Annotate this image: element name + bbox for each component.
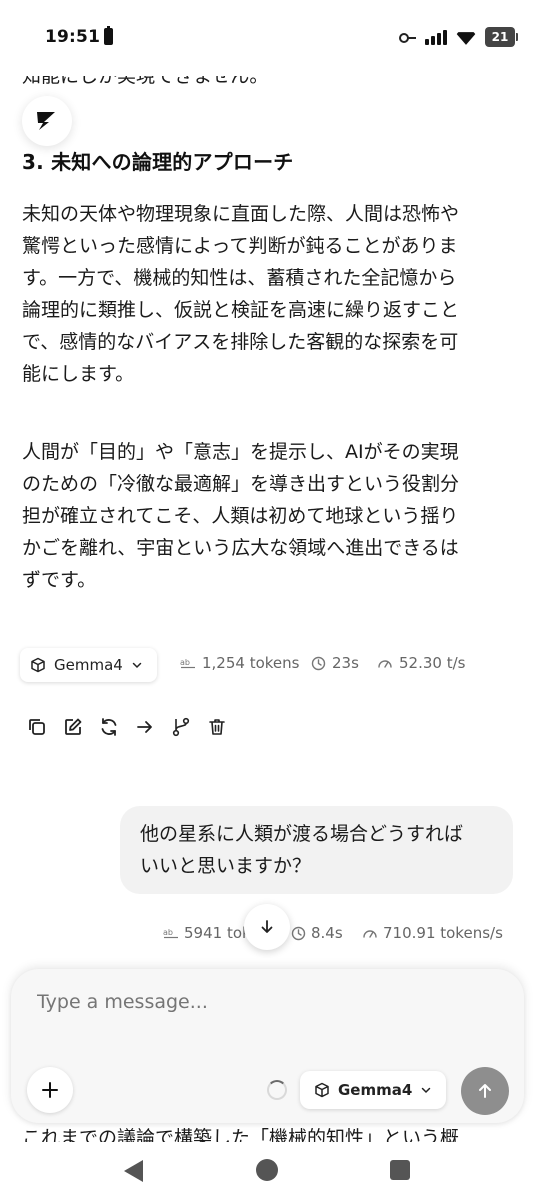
paragraph-line: かごを離れ、宇宙という広大な領域へ進出できるは: [22, 537, 459, 559]
scroll-to-bottom-button[interactable]: [244, 904, 290, 950]
user-speed: 710.91 tokens/s: [362, 924, 503, 942]
model-name: Gemma4: [338, 1081, 413, 1099]
next-text-line: これまでの議論で構築した「機械的知性」という概: [22, 1127, 460, 1142]
message-model-name: Gemma4: [54, 656, 123, 674]
app-logo: [22, 96, 72, 146]
user-duration: 8.4s: [291, 924, 343, 942]
signal-icon: [425, 29, 447, 45]
battery-level: 21: [485, 27, 518, 47]
clock-icon: [311, 656, 326, 670]
chevron-down-icon: [132, 662, 142, 669]
plus-icon: [42, 1082, 58, 1098]
branch-icon[interactable]: [170, 716, 192, 738]
status-time: 19:51: [45, 27, 101, 47]
svg-text:ab: ab: [180, 658, 190, 667]
add-attachment-button[interactable]: [27, 1067, 73, 1113]
bolt-logo-icon: [37, 112, 55, 130]
send-button[interactable]: [461, 1067, 509, 1115]
clock-icon: [291, 926, 306, 940]
paragraph-line: で、感情的なバイアスを排除した客観的な探索を可: [22, 331, 459, 353]
paragraph-line: ずです。: [22, 569, 97, 591]
arrow-up-icon: [479, 1084, 491, 1098]
paragraph-line: 人間が「目的」や「意志」を提示し、AIがその実現: [22, 441, 459, 463]
paragraph-line: す。一方で、機械的知性は、蓄積された全記憶から: [22, 267, 457, 289]
message-model-selector[interactable]: Gemma4: [20, 648, 157, 682]
battery-icon: [104, 26, 113, 45]
message-input[interactable]: [37, 991, 477, 1013]
cube-icon: [31, 657, 45, 673]
token-icon: ab: [163, 928, 178, 939]
paragraph-line: 論理的に類推し、仮説と検証を高速に繰り返すこと: [22, 299, 460, 321]
user-message-line: いいと思いますか？: [140, 855, 312, 877]
svg-text:ab: ab: [163, 928, 173, 937]
duration: 23s: [311, 654, 359, 672]
system-navigation-bar: [0, 1142, 535, 1200]
token-count: ab 1,254 tokens: [180, 654, 300, 672]
message-actions: [26, 716, 228, 738]
forward-icon[interactable]: [134, 716, 156, 738]
back-icon[interactable]: [124, 1160, 143, 1182]
recent-apps-icon[interactable]: [390, 1160, 410, 1180]
cube-icon: [315, 1082, 329, 1098]
speed: 52.30 t/s: [377, 654, 465, 672]
section-heading: 3. 未知への論理的アプローチ: [22, 150, 294, 174]
paragraph-line: のための「冷徹な最適解」を導き出すという役割分: [22, 473, 460, 495]
delete-icon[interactable]: [206, 716, 228, 738]
copy-icon[interactable]: [26, 716, 48, 738]
key-icon: [399, 31, 417, 43]
user-message-bubble: 他の星系に人類が渡る場合どうすれば いいと思いますか？: [120, 806, 513, 894]
status-icons: 21: [399, 26, 518, 48]
edit-icon[interactable]: [62, 716, 84, 738]
paragraph-line: 未知の天体や物理現象に直面した際、人間は恐怖や: [22, 203, 460, 225]
assistant-paragraph-1: 未知の天体や物理現象に直面した際、人間は恐怖や 驚愕といった感情によって判断が鈍…: [22, 198, 502, 390]
home-icon[interactable]: [256, 1159, 278, 1181]
loading-spinner: [267, 1080, 287, 1100]
arrow-down-icon: [261, 920, 273, 933]
paragraph-line: 能にします。: [22, 363, 135, 385]
wifi-icon: [455, 29, 477, 45]
chevron-down-icon: [422, 1087, 431, 1094]
message-composer: Gemma4: [11, 969, 524, 1123]
gauge-icon: [378, 659, 392, 668]
token-icon: ab: [180, 658, 195, 669]
regenerate-icon[interactable]: [98, 716, 120, 738]
status-bar: 19:51 21: [0, 0, 535, 76]
model-selector[interactable]: Gemma4: [300, 1071, 447, 1109]
paragraph-line: 担が確立されてこそ、人類は初めて地球という揺り: [22, 505, 459, 527]
paragraph-line: 驚愕といった感情によって判断が鈍ることがありま: [22, 235, 458, 257]
gauge-icon: [363, 929, 377, 938]
assistant-paragraph-2: 人間が「目的」や「意志」を提示し、AIがその実現 のための「冷徹な最適解」を導き…: [22, 436, 502, 596]
user-message-line: 他の星系に人類が渡る場合どうすれば: [140, 823, 464, 845]
